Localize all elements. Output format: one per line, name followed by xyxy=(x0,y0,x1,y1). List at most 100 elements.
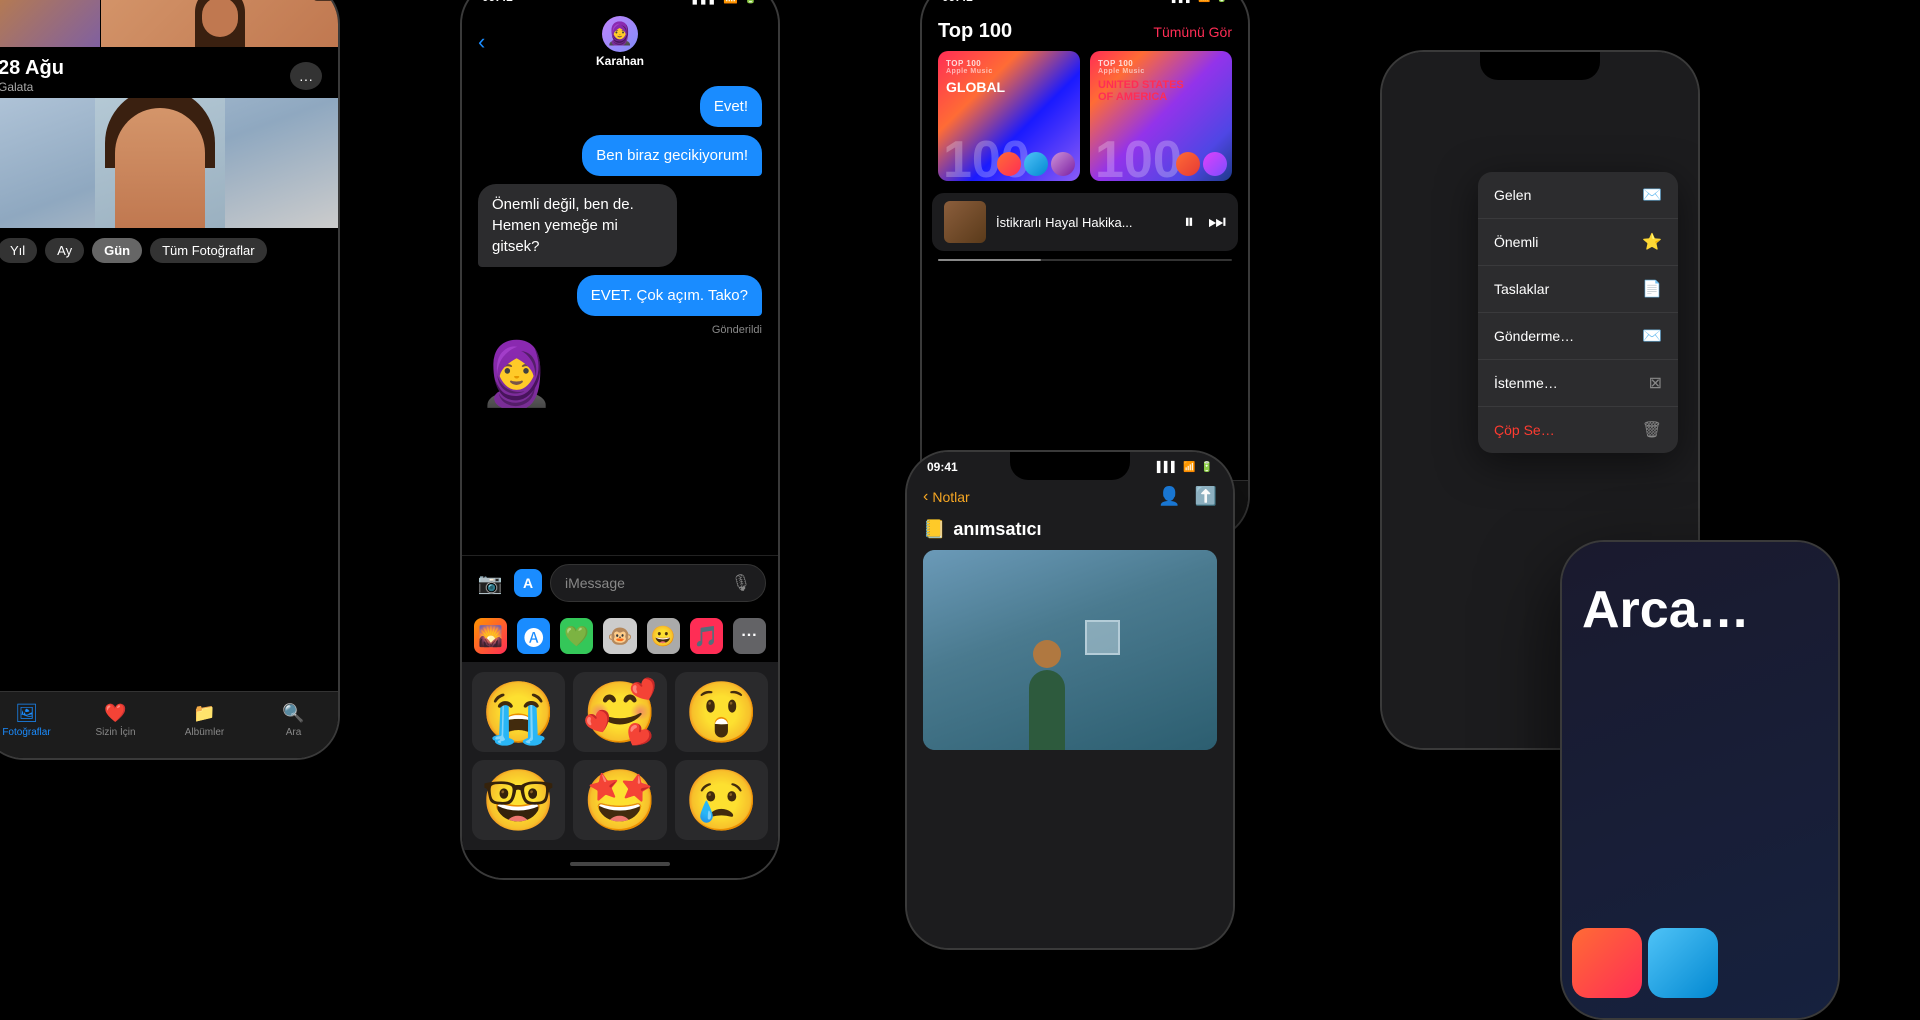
tab-search[interactable]: 🔍 Ara xyxy=(249,702,338,738)
app-drawer: 🌄 🅐 💚 🐵 😀 🎵 ··· xyxy=(462,610,778,662)
music-header: Top 100 Tümünü Gör xyxy=(922,8,1248,51)
portrait-photo xyxy=(0,98,338,228)
contact-info: 🧕 Karahan xyxy=(596,16,644,68)
usa-platform: Apple Music xyxy=(1098,68,1145,75)
messages-nav: ‹ 🧕 Karahan xyxy=(462,8,778,76)
now-playing-bar: İstikrarlı Hayal Hakika... ⏸ ⏭ xyxy=(932,193,1238,251)
now-playing-title: İstikrarlı Hayal Hakika... xyxy=(996,215,1174,230)
game-icon-1[interactable] xyxy=(1572,928,1642,998)
game-icon-2[interactable] xyxy=(1648,928,1718,998)
bubble-gecik: Ben biraz gecikiyorum! xyxy=(582,135,762,176)
notes-status-icons: ▌▌▌ 📶 🔋 xyxy=(1157,462,1213,473)
playback-controls: ⏸ ⏭ xyxy=(1184,211,1226,234)
next-button[interactable]: ⏭ xyxy=(1208,211,1226,234)
memoji-love[interactable]: 🥰 xyxy=(573,672,666,752)
input-placeholder: iMessage xyxy=(565,575,625,591)
tab-photos[interactable]: 🖼 Fotoğraflar xyxy=(0,702,71,738)
music-notch xyxy=(1025,0,1145,10)
music-drawer-icon[interactable]: 🎵 xyxy=(690,618,723,654)
time-music: 09:41 xyxy=(942,0,973,4)
memoji2-drawer-icon[interactable]: 😀 xyxy=(647,618,680,654)
important-icon: ⭐ xyxy=(1642,232,1662,252)
album-art xyxy=(944,201,986,243)
mail-inbox[interactable]: Gelen ✉️ xyxy=(1478,172,1678,219)
back-chevron: ‹ xyxy=(923,488,928,506)
inbox-icon: ✉️ xyxy=(1642,185,1662,205)
audio-button[interactable]: 🎙 xyxy=(731,573,751,593)
filter-year[interactable]: Yıl xyxy=(0,238,37,263)
bubble-onemli: Önemli değil, ben de.Hemen yemeğe mi git… xyxy=(478,184,677,267)
trash-label: Çöp Se… xyxy=(1494,422,1555,438)
memoji-wow[interactable]: 😲 xyxy=(675,672,768,752)
more-drawer-icon[interactable]: ··· xyxy=(733,618,766,654)
appstore-drawer-icon[interactable]: 🅐 xyxy=(517,618,550,654)
mail-context-menu: Gelen ✉️ Önemli ⭐ Taslaklar 📄 Gönderme… … xyxy=(1478,172,1678,453)
phone-notes: 09:41 ▌▌▌ 📶 🔋 ‹ Notlar 👤 ⬆️ 📒 anımsatıcı xyxy=(905,450,1235,950)
mail-trash[interactable]: Çöp Se… 🗑 xyxy=(1478,407,1678,453)
arcade-games xyxy=(1572,928,1828,998)
figure xyxy=(1029,640,1065,750)
mail-important[interactable]: Önemli ⭐ xyxy=(1478,219,1678,266)
usa-circles xyxy=(1176,152,1227,176)
back-button[interactable]: ‹ xyxy=(478,29,485,55)
back-label: Notlar xyxy=(932,489,969,505)
top100-usa-card[interactable]: TOP 100 Apple Music UNITED STATESOF AMER… xyxy=(1090,51,1232,181)
tab-for-you[interactable]: ❤️ Sizin İçin xyxy=(71,702,160,738)
arcade-title: Arca… xyxy=(1562,542,1838,649)
memoji-reaction: 🧕 xyxy=(478,344,558,424)
more-button[interactable]: ··· xyxy=(290,62,322,90)
time-notes: 09:41 xyxy=(927,460,958,474)
global-circles xyxy=(997,152,1075,176)
see-all-button[interactable]: Tümünü Gör xyxy=(1153,24,1232,40)
albums-tab-icon: 📁 xyxy=(194,702,216,724)
usa-number: 100 xyxy=(1095,134,1182,181)
filter-day[interactable]: Gün xyxy=(92,238,142,263)
music-battery-icon: 🔋 xyxy=(1216,0,1228,3)
tab-albums[interactable]: 📁 Albümler xyxy=(160,702,249,738)
memoji-nerd[interactable]: 🤓 xyxy=(472,760,565,840)
notes-notch xyxy=(1010,452,1130,480)
filter-all[interactable]: Tüm Fotoğraflar xyxy=(150,238,266,263)
collaborator-button[interactable]: 👤 xyxy=(1158,486,1180,507)
mail-sent[interactable]: Gönderme… ✉️ xyxy=(1478,313,1678,360)
share-button[interactable]: ⬆️ xyxy=(1195,486,1217,507)
memoji-tear[interactable]: 😢 xyxy=(675,760,768,840)
camera-button[interactable]: 📷 xyxy=(474,567,506,599)
messages-input-row: 📷 A iMessage 🎙 xyxy=(462,555,778,610)
top100-global-card[interactable]: TOP 100 Apple Music GLOBAL 100 xyxy=(938,51,1080,181)
progress-fill xyxy=(938,259,1041,261)
mail-junk[interactable]: İstenme… ⊠ xyxy=(1478,360,1678,407)
music-section-title: Top 100 xyxy=(938,20,1012,43)
contact-name: Karahan xyxy=(596,54,644,68)
imessage-input[interactable]: iMessage 🎙 xyxy=(550,564,766,602)
messages-body: Evet! Ben biraz gecikiyorum! Önemli deği… xyxy=(462,76,778,555)
progress-bar[interactable] xyxy=(938,259,1232,261)
memoji-star[interactable]: 🤩 xyxy=(573,760,666,840)
cash-drawer-icon[interactable]: 💚 xyxy=(560,618,593,654)
signal-icon: ▌▌▌ xyxy=(693,0,719,4)
photos-drawer-icon[interactable]: 🌄 xyxy=(474,618,507,654)
music-wifi-icon: 📶 xyxy=(1198,0,1210,3)
notes-back-button[interactable]: ‹ Notlar xyxy=(923,488,970,506)
photos-place: Galata xyxy=(0,80,64,94)
trash-icon: 🗑 xyxy=(1642,420,1662,440)
status-bar-music: 09:41 ▌▌▌ 📶 🔋 xyxy=(922,0,1248,8)
top100-cards-row: TOP 100 Apple Music GLOBAL 100 TOP 100 A… xyxy=(922,51,1248,193)
pause-button[interactable]: ⏸ xyxy=(1184,211,1194,234)
notes-actions: 👤 ⬆️ xyxy=(1158,486,1217,507)
memoji-drawer-icon[interactable]: 🐵 xyxy=(603,618,636,654)
notch xyxy=(560,0,680,10)
bubble-evet: Evet! xyxy=(700,86,762,127)
filter-month[interactable]: Ay xyxy=(45,238,84,263)
for-you-tab-icon: ❤️ xyxy=(105,702,127,724)
home-indicator xyxy=(462,850,778,878)
memoji-cry[interactable]: 😭 xyxy=(472,672,565,752)
usa-badge-small: TOP 100 xyxy=(1098,59,1133,68)
music-status-icons: ▌▌▌ 📶 🔋 xyxy=(1172,0,1228,3)
status-bar-mail xyxy=(1382,52,1698,64)
appstore-button[interactable]: A xyxy=(514,569,542,597)
mail-drafts[interactable]: Taslaklar 📄 xyxy=(1478,266,1678,313)
photos-date: 28 Ağu xyxy=(0,57,64,80)
phone-photos: +7 28 Ağu Galata ··· Yıl Ay Gün Tüm Foto… xyxy=(0,0,340,760)
drafts-icon: 📄 xyxy=(1642,279,1662,299)
